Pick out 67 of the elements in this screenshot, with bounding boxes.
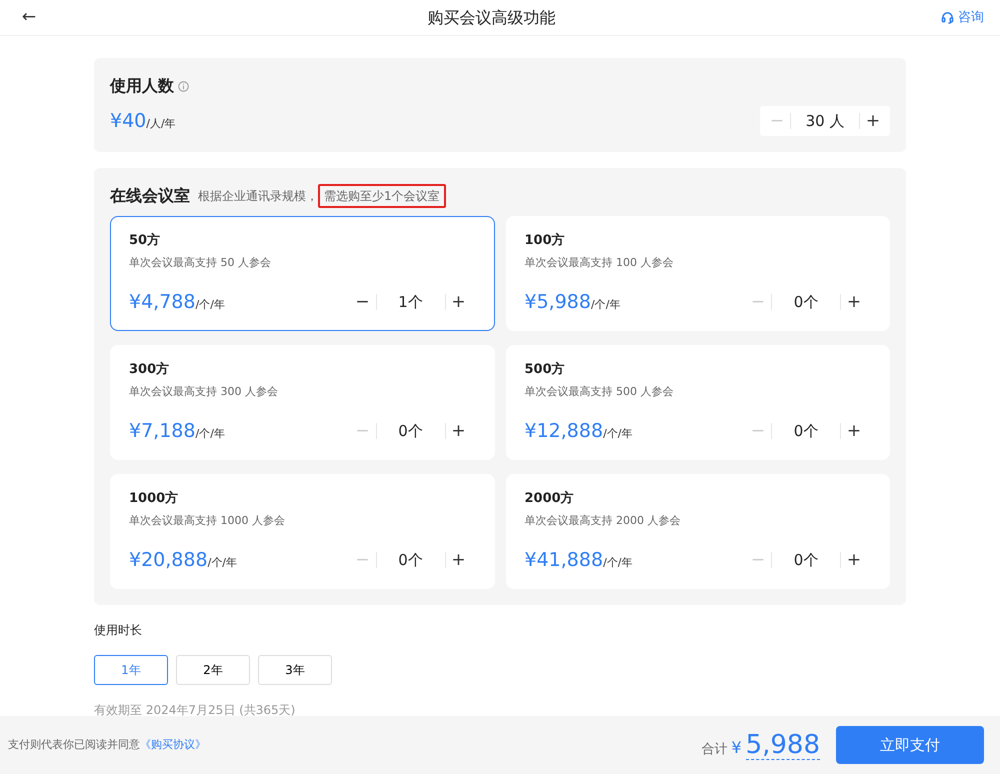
room-description: 单次会议最高支持 50 人参会 [129,254,272,270]
price: ¥5,988 [524,290,591,313]
room-name: 100方 [524,232,566,250]
room-name: 1000方 [129,490,180,508]
room-description: 单次会议最高支持 300 人参会 [129,384,279,400]
price-unit: /个/年 [195,426,225,440]
quantity-value: 0个 [376,423,446,439]
headset-icon [941,11,954,24]
price-unit: /个/年 [603,556,632,569]
room-name: 50方 [129,232,162,250]
section-title: 使用人数 [110,75,174,97]
info-icon[interactable] [178,80,189,92]
section-title: 在线会议室 [110,185,190,207]
room-card[interactable]: 1000方 单次会议最高支持 1000 人参会 ¥20,888/个/年 − 0个 + [110,474,494,589]
pay-button[interactable]: 立即支付 [836,726,984,764]
price: ¥20,888 [129,548,208,571]
plus-button[interactable]: + [446,552,472,568]
plus-button[interactable]: + [446,422,472,440]
back-button[interactable]: ← [16,9,42,26]
price: ¥7,188 [129,420,196,442]
duration-option[interactable]: 2年 [176,655,250,685]
page-title: 购买会议高级功能 [428,6,556,28]
price-unit: /个/年 [195,298,225,311]
plus-button[interactable]: + [841,294,867,310]
hint-text: 根据企业通讯录规模， [198,188,318,205]
quantity-value: 0个 [771,423,841,439]
quantity-value: 0个 [376,552,446,568]
plus-button[interactable]: + [860,112,886,130]
room-description: 单次会议最高支持 2000 人参会 [524,512,682,528]
agreement-link[interactable]: 《购买协议》 [140,738,206,751]
plus-button[interactable]: + [446,294,472,310]
price-unit: /个/年 [603,426,632,440]
help-link[interactable]: 咨询 [941,8,984,28]
quantity-value: 1个 [376,294,446,310]
quantity-value: 0个 [771,552,841,568]
price: ¥4,788 [129,290,196,313]
room-description: 单次会议最高支持 100 人参会 [524,254,674,270]
price-unit: /个/年 [208,556,237,569]
plus-button[interactable]: + [841,422,867,440]
price: ¥40 [110,110,146,132]
room-card[interactable]: 100方 单次会议最高支持 100 人参会 ¥5,988/个/年 − 0个 + [506,216,890,331]
total-amount: 5,988 [746,730,820,760]
room-name: 500方 [524,360,566,379]
required-note: 需选购至少1个会议室 [318,184,446,208]
room-description: 单次会议最高支持 500 人参会 [524,384,674,400]
quantity-value: 30 人 [790,113,860,129]
plus-button[interactable]: + [841,552,867,568]
validity-text: 有效期至 2024年7月25日 (共365天) [94,702,296,719]
agreement-text: 支付则代表你已阅读并同意《购买协议》 [8,736,206,753]
total-label: 合计 [701,741,728,759]
quantity-value: 0个 [771,294,841,310]
room-card[interactable]: 300方 单次会议最高支持 300 人参会 ¥7,188/个/年 − 0个 + [110,345,494,460]
price-unit: /个/年 [590,298,620,311]
room-name: 2000方 [524,490,575,508]
currency-symbol: ¥ [731,736,742,758]
price: ¥12,888 [524,420,604,442]
room-card[interactable]: 500方 单次会议最高支持 500 人参会 ¥12,888/个/年 − 0个 + [506,345,890,460]
room-name: 300方 [129,360,170,379]
price: ¥41,888 [524,548,604,571]
room-description: 单次会议最高支持 1000 人参会 [129,512,286,528]
duration-option[interactable]: 1年 [94,655,168,685]
room-card[interactable]: 2000方 单次会议最高支持 2000 人参会 ¥41,888/个/年 − 0个 + [506,474,890,589]
minus-button[interactable]: − [350,294,376,310]
room-card[interactable]: 50方 单次会议最高支持 50 人参会 ¥4,788/个/年 − 1个 + [110,216,494,331]
price-unit: /人/年 [146,116,176,130]
duration-option[interactable]: 3年 [258,655,332,685]
duration-label: 使用时长 [94,622,143,639]
